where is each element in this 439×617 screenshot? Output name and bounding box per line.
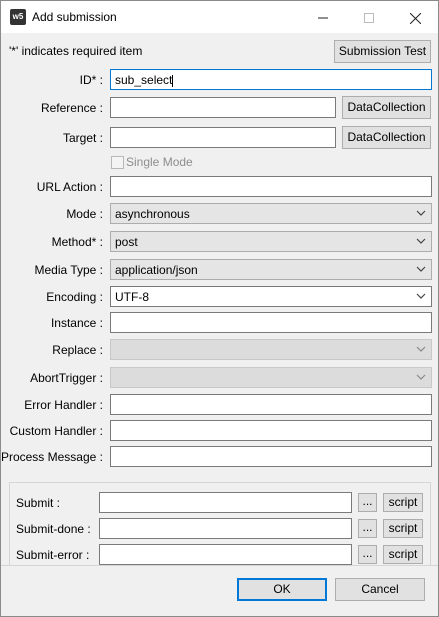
process-message-input[interactable] [110, 446, 432, 467]
method-select[interactable]: post [110, 231, 432, 252]
title-bar[interactable]: w5 Add submission [1, 1, 438, 33]
chevron-down-icon [416, 238, 426, 244]
chevron-down-icon [416, 346, 426, 352]
id-input[interactable]: sub_select [110, 69, 432, 90]
submit-error-script-button[interactable]: script [383, 545, 423, 564]
submit-done-label: Submit-done : [16, 522, 91, 536]
id-value: sub_select [115, 73, 173, 87]
dialog-window: w5 Add submission '*' indicates required… [0, 0, 439, 617]
media-type-value: application/json [115, 263, 198, 277]
minimize-button[interactable] [300, 1, 346, 33]
error-handler-input[interactable] [110, 394, 432, 415]
maximize-icon [364, 13, 374, 24]
mode-label: Mode : [66, 207, 103, 221]
minimize-icon [318, 17, 328, 19]
ok-button[interactable]: OK [237, 578, 327, 601]
cancel-button[interactable]: Cancel [335, 578, 425, 601]
method-value: post [115, 235, 138, 249]
chevron-down-icon [416, 266, 426, 272]
maximize-button[interactable] [346, 1, 392, 33]
target-label: Target : [62, 131, 103, 145]
custom-handler-label: Custom Handler : [9, 424, 103, 438]
instance-label: Instance : [50, 316, 103, 330]
replace-select[interactable] [110, 339, 432, 360]
mode-value: asynchronous [115, 207, 190, 221]
instance-input[interactable] [110, 312, 432, 333]
submit-script-button[interactable]: script [383, 493, 423, 512]
chevron-down-icon [416, 374, 426, 380]
replace-label: Replace : [52, 343, 103, 357]
submit-label: Submit : [16, 496, 61, 510]
footer-divider [1, 565, 438, 566]
submit-done-browse-button[interactable]: ... [358, 519, 377, 538]
abort-trigger-label: AbortTrigger : [30, 371, 103, 385]
window-title: Add submission [32, 10, 117, 24]
error-handler-label: Error Handler : [24, 398, 103, 412]
submit-input[interactable] [99, 492, 352, 513]
close-button[interactable] [392, 1, 438, 33]
chevron-down-icon [416, 293, 426, 299]
submit-browse-button[interactable]: ... [358, 493, 377, 512]
submit-error-browse-button[interactable]: ... [358, 545, 377, 564]
single-mode-label: Single Mode [126, 155, 193, 169]
submission-test-button[interactable]: Submission Test [334, 40, 431, 63]
reference-label: Reference : [40, 101, 103, 115]
url-action-label: URL Action : [36, 180, 103, 194]
id-label: ID* : [79, 73, 103, 87]
app-icon: w5 [10, 9, 26, 25]
encoding-value: UTF-8 [115, 290, 149, 304]
mode-select[interactable]: asynchronous [110, 203, 432, 224]
url-action-input[interactable] [110, 176, 432, 197]
media-type-select[interactable]: application/json [110, 259, 432, 280]
process-message-label: Process Message : [0, 450, 103, 464]
custom-handler-input[interactable] [110, 420, 432, 441]
close-icon [409, 12, 421, 25]
submit-error-input[interactable] [99, 544, 352, 565]
submit-error-label: Submit-error : [16, 548, 90, 562]
chevron-down-icon [416, 210, 426, 216]
required-note: '*' indicates required item [9, 44, 143, 58]
encoding-select[interactable]: UTF-8 [110, 286, 432, 307]
encoding-label: Encoding : [46, 290, 103, 304]
single-mode-checkbox[interactable] [111, 156, 124, 169]
media-type-label: Media Type : [34, 263, 103, 277]
submit-done-script-button[interactable]: script [383, 519, 423, 538]
reference-input[interactable] [110, 97, 336, 118]
app-icon-label: w5 [12, 12, 24, 21]
target-datacollection-button[interactable]: DataCollection [342, 126, 431, 149]
method-label: Method* : [51, 235, 103, 249]
target-input[interactable] [110, 127, 336, 148]
submit-done-input[interactable] [99, 518, 352, 539]
abort-trigger-select[interactable] [110, 367, 432, 388]
reference-datacollection-button[interactable]: DataCollection [342, 96, 431, 119]
